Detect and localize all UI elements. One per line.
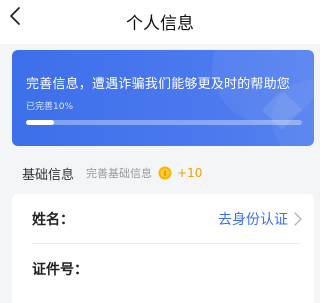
chevron-right-icon	[294, 212, 302, 226]
banner-headline: 完善信息，遭遇诈骗我们能够更及时的帮助您	[26, 77, 291, 92]
basic-info-card: 姓名： 去身份认证 证件号：	[12, 194, 314, 303]
id-number-row[interactable]: 证件号：	[12, 244, 314, 294]
progress-bar	[26, 120, 302, 125]
identity-verify-link[interactable]: 去身份认证	[218, 209, 288, 229]
progress-label: 已完善10%	[26, 102, 74, 112]
progress-bar-fill	[26, 120, 54, 125]
coin-icon	[158, 166, 172, 180]
nav-bar: 个人信息	[0, 0, 320, 44]
banner-decoration	[212, 50, 314, 146]
reward-points: +10	[177, 166, 203, 180]
section-header: 基础信息 完善基础信息 +10	[12, 160, 314, 186]
section-title: 基础信息	[22, 167, 75, 183]
completion-banner: 完善信息，遭遇诈骗我们能够更及时的帮助您 已完善10%	[12, 50, 314, 146]
section-hint: 完善基础信息	[86, 167, 153, 180]
name-label: 姓名：	[32, 212, 74, 228]
page: 个人信息 完善信息，遭遇诈骗我们能够更及时的帮助您 已完善10% 基础信息 完善…	[0, 0, 320, 303]
id-number-label: 证件号：	[32, 262, 88, 278]
page-title: 个人信息	[126, 14, 194, 34]
name-row[interactable]: 姓名： 去身份认证	[12, 194, 314, 244]
